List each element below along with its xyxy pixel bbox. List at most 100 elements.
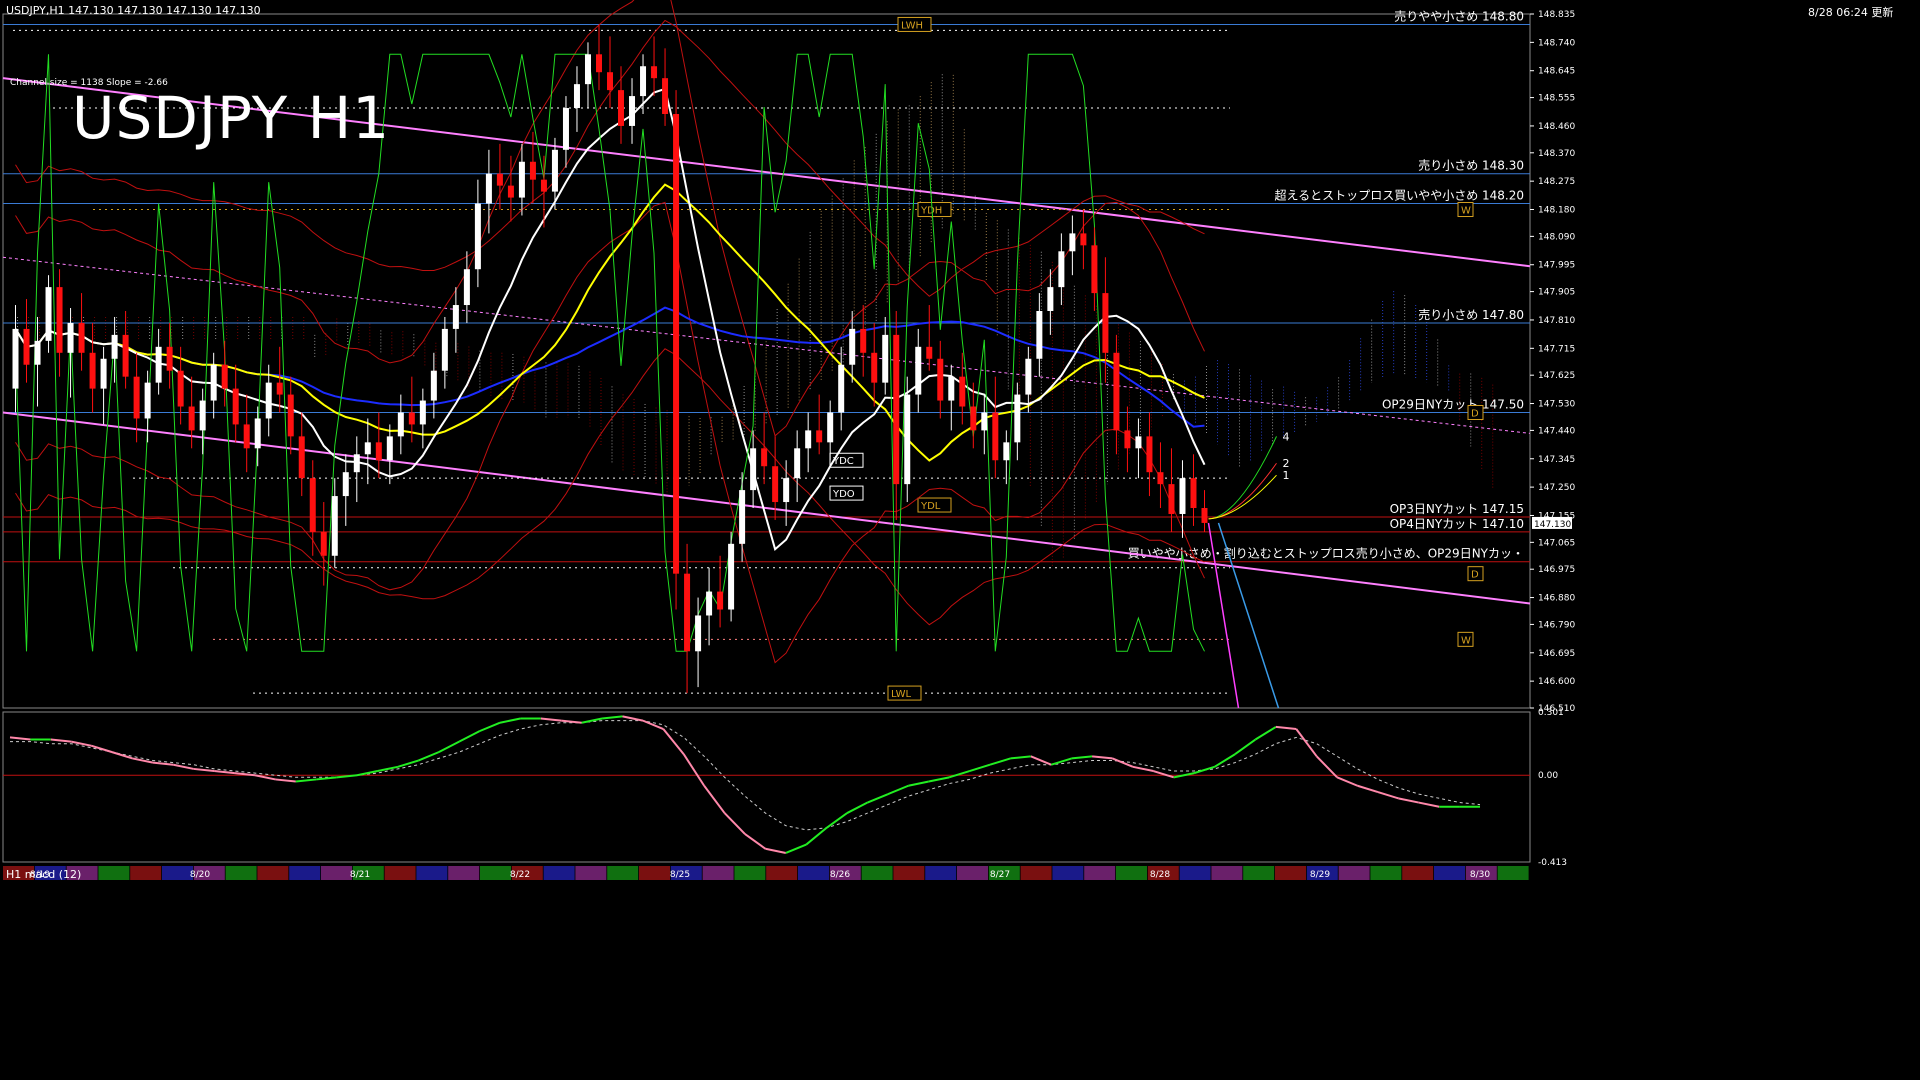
projection-path — [1208, 474, 1277, 520]
macd-segment — [1315, 755, 1338, 779]
price-tick-label: 147.065 — [1538, 538, 1575, 548]
price-tick-label: 147.810 — [1538, 316, 1575, 326]
candle-body — [375, 442, 382, 461]
macd-segment — [662, 728, 685, 755]
candle-body — [992, 412, 999, 461]
macd-segment — [622, 715, 644, 722]
candle-body — [386, 436, 393, 461]
macd-segment — [765, 847, 787, 854]
candle-body — [309, 478, 316, 532]
band-lower — [15, 201, 1205, 664]
candle-body — [111, 334, 118, 359]
candle-body — [221, 364, 228, 389]
candle-body — [265, 382, 272, 419]
macd-segment — [377, 765, 399, 773]
session-segment — [575, 866, 607, 880]
ref-box-label: D — [1471, 570, 1479, 581]
candle-body — [254, 418, 261, 449]
date-axis: 8/19 8/20 8/21 8/22 8/25 8/26 8/27 8/28 8/29 8/30 — [3, 866, 1529, 880]
macd-segment — [132, 757, 154, 764]
candle-body — [441, 328, 448, 371]
macd-segment — [989, 757, 1011, 766]
candle-body — [772, 466, 779, 503]
candle-body — [1047, 287, 1054, 312]
candle-body — [210, 364, 217, 401]
session-segment — [1084, 866, 1116, 880]
candle-body — [419, 400, 426, 425]
price-tick-label: 147.440 — [1538, 426, 1575, 436]
macd-segment — [1234, 738, 1257, 756]
candle-body — [673, 113, 680, 574]
ref-box-label: YDH — [920, 206, 942, 217]
candle-body — [342, 472, 349, 497]
hline-label: OP29日NYカット 147.50 — [1382, 397, 1524, 411]
candle-body — [298, 436, 305, 479]
channel-lower — [2, 411, 1531, 605]
hline-label: 売り小さめ 148.30 — [1418, 158, 1524, 173]
candle-body — [706, 591, 713, 616]
candle-body — [1091, 245, 1098, 294]
macd-panel: 0.3010.00-0.413 — [2, 708, 1567, 868]
candle-body — [287, 394, 294, 437]
price-tick-label: 148.740 — [1538, 38, 1575, 48]
candle-body — [1168, 484, 1175, 514]
candle-body — [717, 591, 724, 610]
macd-segment — [50, 738, 72, 743]
candle-body — [695, 615, 702, 652]
candle-body — [1113, 352, 1120, 431]
candle-body — [607, 72, 613, 91]
chart-canvas: 売りやや小さめ 148.80 売り小さめ 148.30 超えるとストップロス買いやや… — [2, 0, 1575, 880]
candle-body — [937, 358, 944, 401]
candle-body — [34, 340, 41, 365]
candle-body — [981, 412, 988, 431]
candle-body — [1157, 472, 1164, 485]
candle-body — [849, 328, 856, 365]
candle-body — [959, 376, 966, 407]
candle-body — [177, 370, 184, 407]
candle-body — [1025, 358, 1032, 395]
macd-segment — [214, 770, 235, 775]
candle-body — [640, 66, 647, 97]
date-tick-label: 8/22 — [510, 870, 530, 880]
candle-body — [805, 430, 812, 449]
session-segment — [925, 866, 957, 880]
candle-body — [728, 543, 735, 610]
price-tick-label: 147.995 — [1538, 261, 1575, 271]
candle-body — [397, 412, 404, 437]
candle-body — [133, 376, 140, 419]
candle-body — [662, 78, 669, 114]
macd-segment — [458, 730, 481, 743]
candle-body — [540, 179, 547, 192]
candle-body — [1036, 311, 1043, 359]
macd-segment — [295, 778, 317, 783]
session-segment — [766, 866, 798, 880]
candle-body — [816, 430, 823, 443]
ref-box-label: LWL — [891, 689, 912, 700]
session-segment — [448, 866, 480, 880]
update-time: 8/28 06:24 更新 — [1808, 6, 1894, 19]
macd-segment — [254, 774, 276, 781]
candle-body — [78, 322, 85, 353]
candle-body — [629, 96, 636, 126]
price-tick-label: 147.530 — [1538, 400, 1575, 410]
macd-segment — [1153, 770, 1175, 779]
projection-path — [1208, 462, 1277, 520]
macd-segment — [826, 812, 848, 829]
price-tick-label: 148.835 — [1538, 10, 1575, 20]
macd-segment — [1275, 725, 1297, 731]
candle-body — [1201, 508, 1208, 523]
candle-body — [122, 334, 129, 377]
ref-box-label: W — [1461, 635, 1471, 646]
candle-body — [463, 269, 470, 306]
candle-body — [761, 448, 768, 467]
session-segment — [1116, 866, 1147, 880]
candle-body — [750, 448, 757, 491]
macd-segment — [1193, 765, 1215, 775]
candle-body — [276, 382, 283, 395]
session-segment — [798, 866, 829, 880]
session-segment — [543, 866, 575, 880]
candle-body — [507, 185, 514, 198]
candle-body — [320, 531, 327, 556]
candle-body — [573, 84, 580, 109]
macd-segment — [479, 721, 501, 733]
